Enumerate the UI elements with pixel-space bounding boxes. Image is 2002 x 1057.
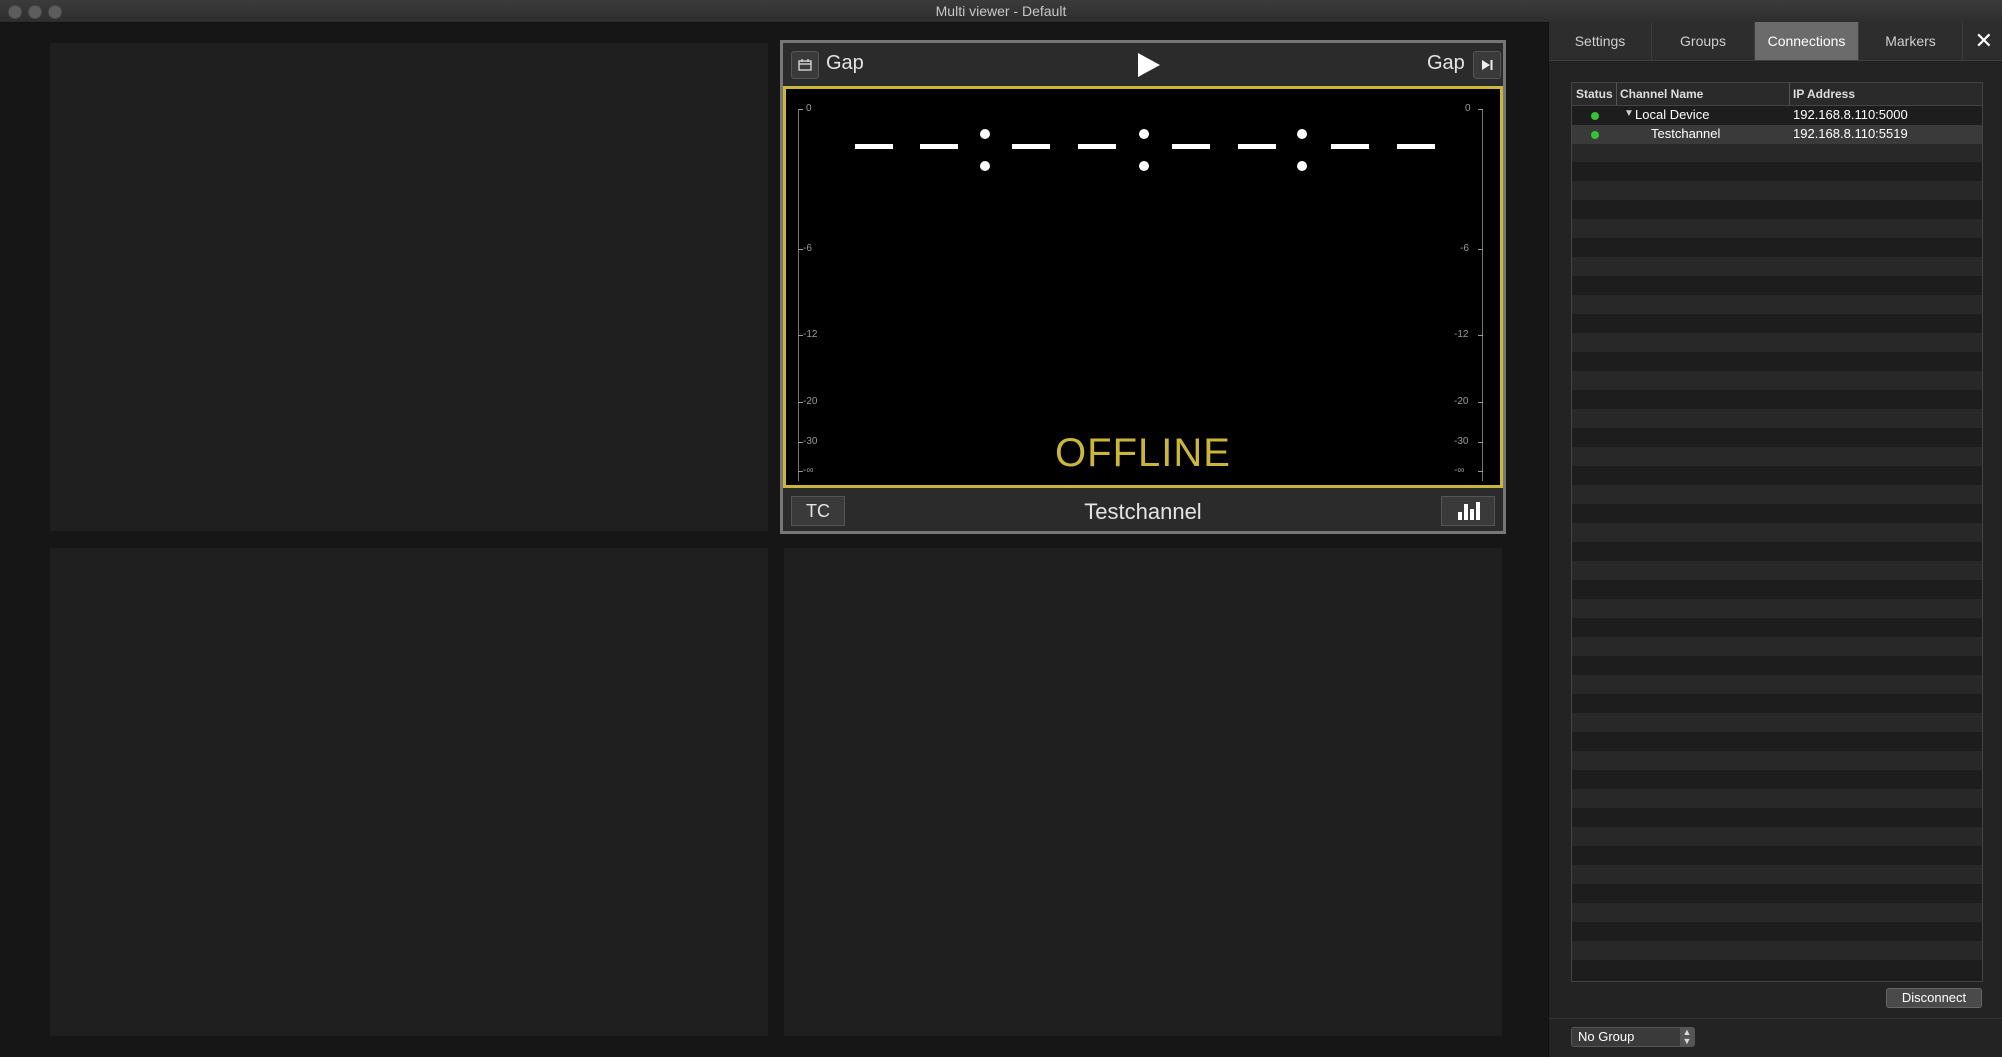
timecode-display: 0 -6 -12 -20 -30 -∞ 0 -6 -12 -20 -30 -∞ — [783, 86, 1503, 488]
meter-tick-label: -12 — [1454, 329, 1469, 340]
chevron-up-down-icon: ▲ ▼ — [1680, 1028, 1694, 1046]
timecode-colon — [1139, 161, 1149, 171]
meter-tick-mark — [798, 109, 803, 110]
column-header-ip-address[interactable]: IP Address — [1793, 87, 1855, 101]
timecode-digit — [855, 144, 893, 149]
meter-tick-label: -12 — [803, 329, 818, 340]
group-select[interactable]: No Group ▲ ▼ — [1571, 1027, 1695, 1047]
timecode-colon — [1139, 129, 1149, 139]
window-title: Multi viewer - Default — [935, 3, 1067, 19]
tab-bar: Settings Groups Connections Markers ✕ — [1549, 22, 2002, 61]
skip-next-icon — [1482, 60, 1493, 70]
tab-settings[interactable]: Settings — [1549, 22, 1652, 60]
column-header-channel-name[interactable]: Channel Name — [1620, 87, 1703, 101]
previous-item-label: Gap — [826, 52, 864, 74]
meter-tick-label: -6 — [1460, 243, 1469, 254]
timecode-digit — [920, 144, 958, 149]
timecode-digit — [1012, 144, 1050, 149]
offline-status: OFFLINE — [1055, 431, 1231, 475]
meter-tick-label: -20 — [803, 396, 818, 407]
timecode-digit — [1397, 144, 1435, 149]
table-header: Status Channel Name IP Address — [1572, 83, 1982, 106]
viewer-tile-empty[interactable] — [784, 548, 1502, 1036]
viewer-tile-empty[interactable] — [50, 43, 768, 531]
timecode-digit — [1238, 144, 1276, 149]
audio-meter-button[interactable] — [1441, 496, 1495, 526]
meter-axis — [798, 109, 799, 481]
next-item-label: Gap — [1427, 52, 1465, 74]
tile-bottom-bar: TC Testchannel — [783, 488, 1503, 531]
divider — [1549, 1018, 2002, 1019]
timecode-colon — [980, 129, 990, 139]
meter-tick-mark — [1478, 335, 1483, 336]
disconnect-button[interactable]: Disconnect — [1886, 988, 1982, 1008]
status-online-icon — [1591, 131, 1599, 139]
calendar-button[interactable] — [791, 51, 819, 79]
ip-address-cell: 192.168.8.110:5519 — [1793, 126, 1908, 141]
tab-connections[interactable]: Connections — [1755, 22, 1859, 60]
meter-tick-label: 0 — [806, 103, 812, 114]
title-bar: Multi viewer - Default — [0, 0, 2002, 23]
timecode-digit — [1331, 144, 1369, 149]
audio-meter-right: 0 -6 -12 -20 -30 -∞ — [1448, 101, 1488, 481]
status-online-icon — [1591, 112, 1599, 120]
timecode-digit — [1078, 144, 1116, 149]
meter-tick-mark — [1478, 249, 1483, 250]
viewer-tile-empty[interactable] — [50, 548, 768, 1036]
meter-tick-label: -6 — [803, 243, 812, 254]
tab-groups[interactable]: Groups — [1652, 22, 1755, 60]
timecode-digit — [1172, 144, 1210, 149]
timecode-colon — [1297, 161, 1307, 171]
close-icon[interactable]: ✕ — [1975, 28, 1993, 54]
timecode-colon — [980, 161, 990, 171]
audio-meter-left: 0 -6 -12 -20 -30 -∞ — [794, 101, 834, 481]
channel-name-cell: Local Device — [1635, 107, 1710, 122]
meter-axis — [1482, 109, 1483, 481]
calendar-icon — [798, 59, 812, 71]
expand-triangle-icon[interactable]: ▼ — [1624, 108, 1634, 119]
tile-top-bar: Gap Gap — [783, 43, 1503, 87]
table-row[interactable]: Testchannel 192.168.8.110:5519 — [1572, 125, 1982, 144]
ip-address-cell: 192.168.8.110:5000 — [1793, 107, 1908, 122]
meter-tick-label: 0 — [1465, 103, 1471, 114]
skip-next-button[interactable] — [1473, 51, 1501, 79]
group-select-value: No Group — [1578, 1029, 1635, 1044]
connections-table: Status Channel Name IP Address ▼ Local D… — [1571, 82, 1983, 982]
channel-name: Testchannel — [1084, 499, 1202, 524]
column-header-status[interactable]: Status — [1576, 87, 1613, 101]
table-row[interactable]: ▼ Local Device 192.168.8.110:5000 — [1572, 106, 1982, 125]
meter-tick-mark — [1478, 109, 1483, 110]
meter-tick-mark — [1478, 402, 1483, 403]
tab-markers[interactable]: Markers — [1859, 22, 1963, 60]
meter-tick-label: -20 — [1454, 396, 1469, 407]
viewer-tile-active[interactable]: Gap Gap 0 -6 -12 -20 -30 -∞ 0 -6 -12 -20… — [780, 40, 1506, 534]
side-panel: Settings Groups Connections Markers ✕ St… — [1548, 22, 2002, 1057]
timecode-colon — [1297, 129, 1307, 139]
play-icon[interactable] — [1138, 53, 1160, 77]
channel-name-cell: Testchannel — [1651, 126, 1721, 141]
